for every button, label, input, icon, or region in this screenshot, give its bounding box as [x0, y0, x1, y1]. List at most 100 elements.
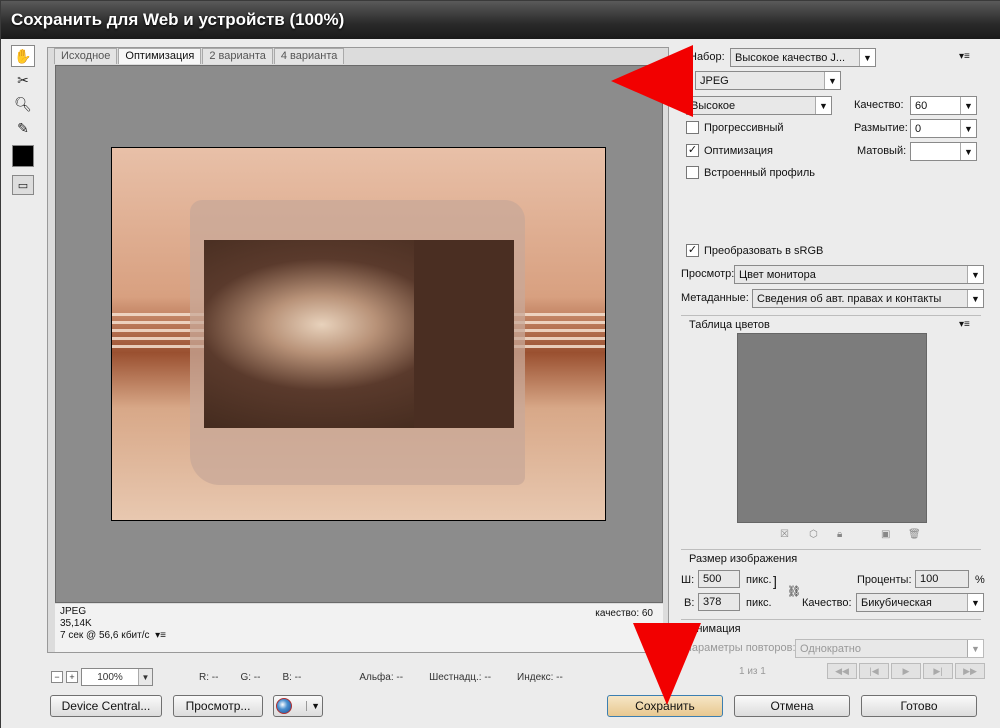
embed-profile-label: Встроенный профиль [704, 166, 816, 179]
zoom-tool-icon[interactable]: 🔍︎ [11, 93, 35, 115]
tab-original[interactable]: Исходное [54, 48, 118, 64]
embed-profile-checkbox[interactable]: Встроенный профиль [686, 166, 815, 179]
device-central-button[interactable]: Device Central... [50, 695, 162, 717]
width-unit: пикс. [746, 574, 772, 586]
eyedropper-color-swatch[interactable] [12, 145, 34, 167]
quality-value: 60 [915, 99, 928, 112]
chevron-down-icon: ▼ [306, 701, 320, 711]
info-file-size: 35,14K [60, 618, 92, 629]
readout-r: R: -- [199, 671, 219, 683]
progressive-checkbox[interactable]: Прогрессивный [686, 121, 784, 134]
preview-browser-button[interactable]: Просмотр... [173, 695, 263, 717]
preview-area: Исходное Оптимизация 2 варианта 4 вариан… [47, 47, 669, 653]
preview-mode-value: Цвет монитора [739, 268, 816, 281]
play-icon[interactable]: ▶ [891, 663, 921, 679]
zoom-out-button[interactable]: − [51, 671, 63, 683]
resample-quality-label: Качество: [802, 597, 852, 609]
dialog-body: ✋ ✂ 🔍︎ ✎ ▭ Исходное Оптимизация 2 вариан… [1, 39, 1000, 728]
web-shift-icon[interactable]: ⬡ [809, 529, 818, 540]
browser-icon [276, 698, 292, 714]
width-label: Ш: [681, 574, 695, 586]
blur-label: Размытие: [854, 122, 908, 134]
chevron-down-icon: ▼ [960, 143, 976, 160]
lock-color-icon[interactable]: 🔒︎ [837, 529, 842, 540]
info-format: JPEG [60, 606, 87, 617]
matte-select[interactable]: ▼ [910, 142, 977, 161]
loop-options-value: Однократно [800, 642, 861, 655]
preset-select[interactable]: Высокое качество J... ▼ [730, 48, 876, 67]
preview-mode-label: Просмотр: [681, 268, 735, 280]
slice-select-tool-icon[interactable]: ✂ [11, 69, 35, 91]
checkmark-icon: ✓ [686, 244, 699, 257]
optimized-checkbox[interactable]: ✓ Оптимизация [686, 144, 773, 157]
tab-2-up[interactable]: 2 варианта [202, 48, 273, 64]
readout-b: B: -- [282, 671, 302, 683]
checkbox-box [686, 121, 699, 134]
chevron-down-icon: ▼ [824, 72, 840, 89]
height-input[interactable]: 378 [698, 593, 740, 611]
divider [681, 549, 981, 550]
color-table-menu-icon[interactable]: ▾≡ [959, 319, 970, 330]
width-input[interactable]: 500 [698, 570, 740, 588]
info-quality: качество: 60 [595, 608, 653, 619]
format-select[interactable]: JPEG ▼ [695, 71, 841, 90]
chain-link-icon[interactable]: ⛓ [787, 585, 801, 598]
tab-optimized[interactable]: Оптимизация [118, 48, 202, 64]
hand-tool-icon[interactable]: ✋ [11, 45, 35, 67]
resample-quality-select[interactable]: Бикубическая ▼ [856, 593, 984, 612]
matte-label: Матовый: [857, 145, 907, 157]
settings-menu-icon[interactable]: ▾≡ [959, 51, 970, 62]
blur-value: 0 [915, 122, 922, 135]
quality-preset-select[interactable]: Высокое ▼ [686, 96, 832, 115]
new-color-icon[interactable]: ▣ [881, 529, 890, 540]
percent-label: Проценты: [857, 574, 912, 586]
divider [681, 619, 981, 620]
preview-mode-select[interactable]: Цвет монитора ▼ [734, 265, 984, 284]
chevron-down-icon: ▼ [960, 97, 976, 114]
last-frame-icon[interactable]: ▶▶ [955, 663, 985, 679]
eyedropper-tool-icon[interactable]: ✎ [11, 117, 35, 139]
prev-frame-icon[interactable]: |◀ [859, 663, 889, 679]
red-arrow-icon [633, 623, 701, 705]
toggle-slices-icon[interactable]: ▭ [12, 175, 34, 195]
trash-icon[interactable]: 🗑︎ [908, 529, 921, 540]
metadata-select[interactable]: Сведения об авт. правах и контакты ▼ [752, 289, 984, 308]
chevron-down-icon: ▼ [138, 669, 152, 685]
height-unit: пикс. [746, 597, 772, 609]
first-frame-icon[interactable]: ◀◀ [827, 663, 857, 679]
optimization-info: JPEG 35,14K 7 сек @ 56,6 кбит/с ▾≡ качес… [55, 604, 663, 652]
zoom-in-button[interactable]: + [66, 671, 78, 683]
optimized-label: Оптимизация [704, 144, 773, 157]
quality-input[interactable]: 60 ▼ [910, 96, 977, 115]
red-arrow-icon [611, 45, 693, 117]
metadata-value: Сведения об авт. правах и контакты [757, 292, 942, 305]
blur-input[interactable]: 0 ▼ [910, 119, 977, 138]
percent-input[interactable]: 100 [915, 570, 969, 588]
chevron-down-icon: ▼ [960, 120, 976, 137]
tab-4-up[interactable]: 4 варианта [273, 48, 345, 64]
convert-srgb-label: Преобразовать в sRGB [704, 244, 824, 257]
checkmark-icon: ✓ [686, 144, 699, 157]
progressive-label: Прогрессивный [704, 121, 784, 134]
color-table-label: Таблица цветов [689, 319, 770, 331]
chevron-down-icon: ▼ [815, 97, 831, 114]
view-tabs: Исходное Оптимизация 2 варианта 4 вариан… [54, 48, 345, 64]
zoom-level-select[interactable]: 100% ▼ [81, 668, 153, 686]
done-button[interactable]: Готово [861, 695, 977, 717]
map-transparent-icon[interactable]: ☒ [780, 529, 789, 540]
info-download-time: 7 сек @ 56,6 кбит/с [60, 630, 150, 641]
convert-srgb-checkbox[interactable]: ✓ Преобразовать в sRGB [686, 244, 823, 257]
image-canvas[interactable] [55, 65, 663, 603]
chevron-down-icon: ▼ [967, 640, 983, 657]
info-menu-icon[interactable]: ▾≡ [155, 630, 166, 641]
browser-select[interactable]: ▼ [273, 695, 323, 717]
color-table[interactable] [737, 333, 927, 523]
chevron-down-icon: ▼ [967, 290, 983, 307]
next-frame-icon[interactable]: ▶| [923, 663, 953, 679]
status-bar: − + 100% ▼ R: -- G: -- B: -- Альфа: -- Ш… [51, 667, 671, 687]
loop-options-select[interactable]: Однократно ▼ [795, 639, 984, 658]
quality-preset-value: Высокое [691, 99, 736, 112]
cancel-button[interactable]: Отмена [734, 695, 850, 717]
tool-palette: ✋ ✂ 🔍︎ ✎ ▭ [11, 45, 41, 195]
image-size-title: Размер изображения [689, 553, 798, 565]
